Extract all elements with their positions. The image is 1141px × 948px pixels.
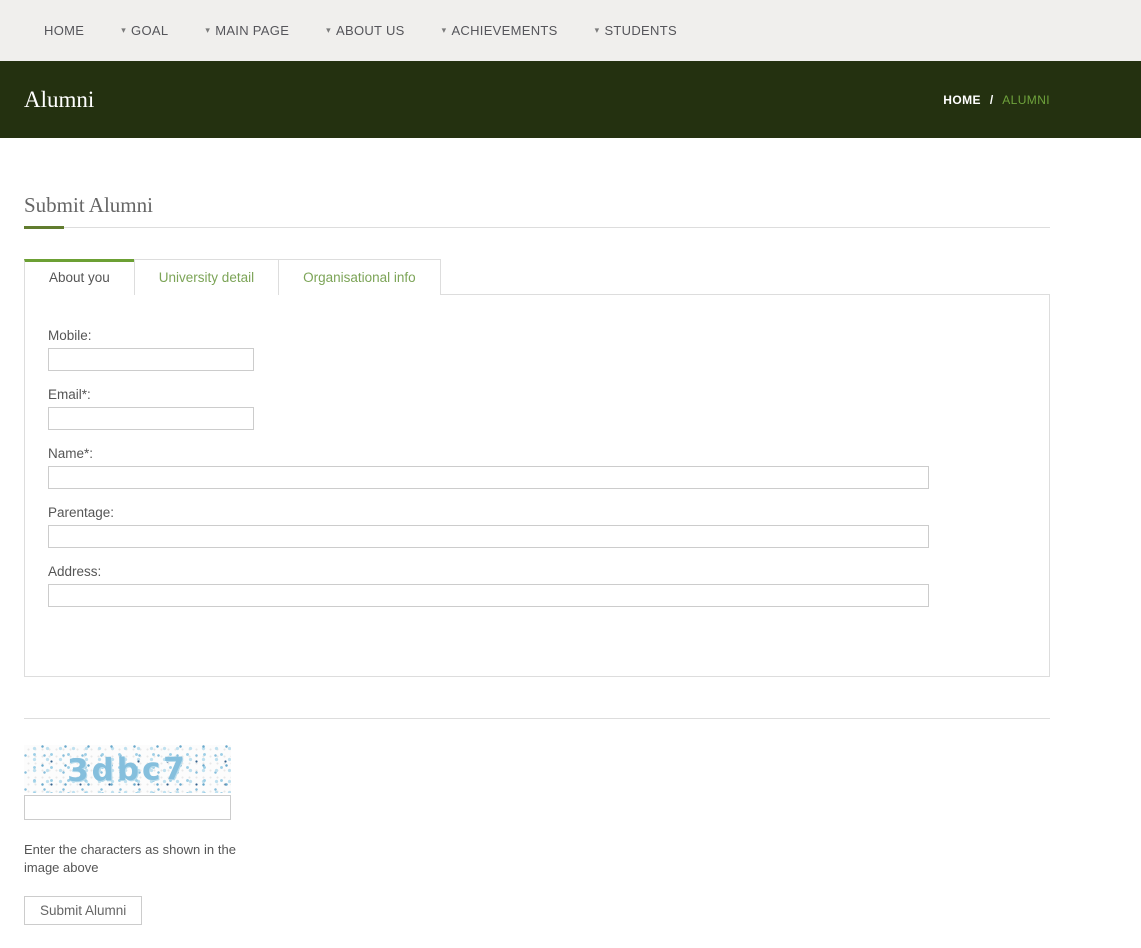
page-title: Alumni [24, 87, 94, 113]
breadcrumb-home-link[interactable]: HOME [943, 93, 981, 107]
caret-down-icon: ▾ [205, 26, 210, 35]
field-name: Name*: [48, 446, 1049, 489]
address-input[interactable] [48, 584, 929, 607]
email-input[interactable] [48, 407, 254, 430]
field-parentage: Parentage: [48, 505, 1049, 548]
captcha-image: 3dbc7 [24, 745, 231, 793]
breadcrumb: HOME / ALUMNI [943, 93, 1050, 107]
name-input[interactable] [48, 466, 929, 489]
breadcrumb-separator: / [990, 93, 993, 107]
mobile-input[interactable] [48, 348, 254, 371]
nav-item-label: MAIN PAGE [215, 23, 289, 38]
caret-down-icon: ▾ [326, 26, 331, 35]
field-address: Address: [48, 564, 1049, 607]
tab-university-detail[interactable]: University detail [134, 259, 279, 295]
nav-item-label: ACHIEVEMENTS [451, 23, 557, 38]
email-label: Email*: [48, 387, 1049, 402]
nav-item-label: GOAL [131, 23, 168, 38]
tab-organisational-info[interactable]: Organisational info [278, 259, 441, 295]
tab-bar: About you University detail Organisation… [24, 259, 1050, 294]
mobile-label: Mobile: [48, 328, 1049, 343]
nav-item-label: HOME [44, 23, 84, 38]
breadcrumb-current: ALUMNI [1002, 93, 1050, 107]
nav-item-label: STUDENTS [604, 23, 676, 38]
caret-down-icon: ▾ [121, 26, 126, 35]
content-container: Submit Alumni About you University detai… [24, 193, 1050, 925]
tab-about-you[interactable]: About you [24, 259, 135, 295]
field-email: Email*: [48, 387, 1049, 430]
captcha-block: 3dbc7 [24, 745, 231, 820]
nav-item-goal[interactable]: ▾ GOAL [121, 23, 168, 38]
nav-item-home[interactable]: HOME [44, 23, 84, 38]
section-heading: Submit Alumni [24, 193, 1050, 228]
captcha-instruction: Enter the characters as shown in the ima… [24, 841, 236, 877]
captcha-code-text: 3dbc7 [24, 745, 231, 793]
nav-item-achievements[interactable]: ▾ ACHIEVEMENTS [442, 23, 558, 38]
nav-item-about-us[interactable]: ▾ ABOUT US [326, 23, 404, 38]
name-label: Name*: [48, 446, 1049, 461]
parentage-input[interactable] [48, 525, 929, 548]
nav-item-main-page[interactable]: ▾ MAIN PAGE [205, 23, 289, 38]
section-divider [24, 718, 1050, 719]
nav-item-label: ABOUT US [336, 23, 405, 38]
caret-down-icon: ▾ [595, 26, 600, 35]
captcha-input[interactable] [24, 795, 231, 820]
field-mobile: Mobile: [48, 328, 1049, 371]
top-nav: HOME ▾ GOAL ▾ MAIN PAGE ▾ ABOUT US ▾ ACHIEVE… [0, 0, 1141, 61]
address-label: Address: [48, 564, 1049, 579]
submit-alumni-button[interactable]: Submit Alumni [24, 896, 142, 925]
form-panel: Mobile: Email*: Name*: Parentage: Addres… [24, 294, 1050, 677]
caret-down-icon: ▾ [442, 26, 447, 35]
nav-item-students[interactable]: ▾ STUDENTS [595, 23, 677, 38]
parentage-label: Parentage: [48, 505, 1049, 520]
page-banner: Alumni HOME / ALUMNI [0, 61, 1141, 138]
